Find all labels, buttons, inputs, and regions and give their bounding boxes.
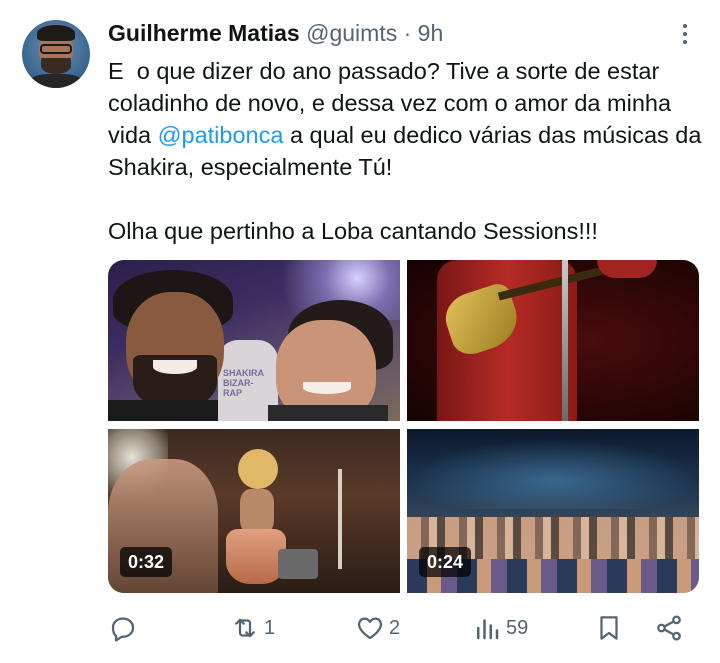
views-count: 59	[506, 616, 529, 639]
retweet-button[interactable]: 1	[230, 610, 275, 646]
video-duration-badge-1: 0:32	[120, 547, 173, 577]
shirt-print-text: SHAKIRA BIZAR-RAP	[223, 368, 264, 398]
tweet-text: E o que dizer do ano passado? Tive a sor…	[108, 55, 708, 247]
photo-selfie[interactable]: SHAKIRA BIZAR-RAP	[108, 260, 400, 421]
video-stage[interactable]: 0:32	[108, 429, 400, 593]
bookmark-icon	[600, 616, 618, 640]
author-handle[interactable]: @guimts	[306, 20, 397, 46]
video-crowd[interactable]: 0:24	[407, 429, 699, 593]
reply-icon	[111, 617, 135, 642]
like-count: 2	[389, 616, 401, 639]
reply-button[interactable]	[108, 610, 138, 646]
avatar-hair	[37, 25, 75, 41]
separator-dot: ·	[403, 20, 412, 46]
tweet-actions: 1 2 59	[108, 610, 692, 646]
video-duration-badge-2: 0:24	[419, 547, 472, 577]
media-grid: SHAKIRA BIZAR-RAP 0:32 0:24	[108, 260, 699, 593]
more-options-icon[interactable]	[676, 24, 694, 50]
avatar-shirt	[28, 74, 84, 88]
like-button[interactable]: 2	[355, 610, 400, 646]
avatar-glasses	[40, 44, 72, 54]
share-button[interactable]	[654, 610, 684, 646]
retweet-count: 1	[264, 616, 276, 639]
author-name[interactable]: Guilherme Matias	[108, 20, 300, 46]
tweet-header: Guilherme Matias @guimts · 9h	[108, 18, 443, 48]
mention-link[interactable]: @patibonca	[158, 122, 284, 148]
bar-chart-icon	[477, 619, 499, 640]
author-avatar[interactable]	[22, 20, 90, 88]
avatar-beard	[41, 58, 71, 74]
bookmark-button[interactable]	[594, 610, 624, 646]
tweet-time[interactable]: 9h	[418, 20, 444, 46]
heart-icon	[357, 617, 383, 640]
share-icon	[657, 615, 681, 641]
retweet-icon	[235, 618, 255, 638]
photo-guitar[interactable]	[407, 260, 699, 421]
views-button[interactable]: 59	[472, 610, 528, 646]
